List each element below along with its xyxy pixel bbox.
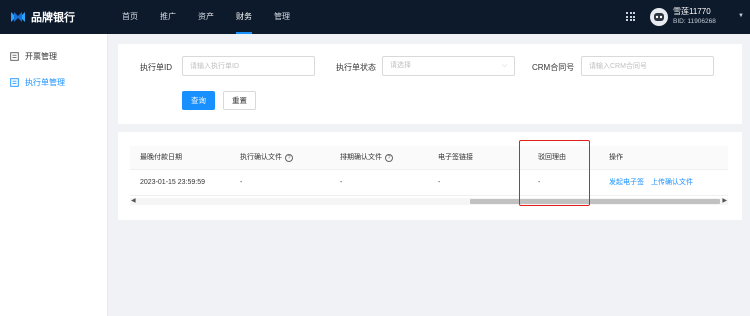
robot-avatar-icon — [654, 13, 664, 21]
upload-confirm-file-link[interactable]: 上传确认文件 — [651, 170, 693, 196]
exec-confirm-file-cell: - — [240, 179, 243, 186]
scroll-left-icon[interactable]: ◀ — [131, 197, 136, 204]
crm-contract-input[interactable] — [581, 56, 714, 76]
query-button[interactable]: 查询 — [182, 91, 215, 110]
column-header-exec-confirm-file: 执行确认文件 ? — [240, 146, 293, 170]
filter-panel: 执行单ID 执行单状态 请选择 ⌵ CRM合同号 查询 重置 — [118, 44, 742, 124]
sidebar-item-label: 执行单管理 — [25, 78, 65, 87]
top-navbar: 品牌银行 首页 推广 资产 财务 管理 雪莲11770 BID: 1190626… — [0, 0, 750, 34]
scroll-right-icon[interactable]: ▶ — [722, 197, 727, 204]
exec-id-label: 执行单ID — [140, 63, 172, 72]
reject-reason-cell: - — [538, 179, 541, 186]
esign-link-cell: - — [438, 179, 441, 186]
brand-logo-icon — [11, 12, 25, 22]
start-esign-link[interactable]: 发起电子签 — [609, 170, 644, 196]
column-header-schedule-confirm-file: 排期确认文件 ? — [340, 146, 393, 170]
exec-status-placeholder: 请选择 — [390, 62, 411, 69]
document-icon — [10, 78, 19, 87]
nav-item-promotion[interactable]: 推广 — [160, 0, 176, 34]
apps-grid-icon[interactable] — [626, 12, 635, 21]
table-header: 最晚付款日期 执行确认文件 ? 排期确认文件 ? 电子签链接 驳回理由 操作 — [130, 146, 728, 170]
invoice-icon — [10, 52, 19, 61]
help-icon[interactable]: ? — [285, 154, 293, 162]
exec-status-select[interactable]: 请选择 ⌵ — [382, 56, 515, 76]
sidebar-item-exec-order[interactable]: 执行单管理 — [10, 77, 65, 88]
column-header-esign-link: 电子签链接 — [438, 154, 473, 161]
sidebar: 开票管理 执行单管理 — [0, 34, 108, 316]
nav-item-finance[interactable]: 财务 — [236, 0, 252, 34]
brand-name: 品牌银行 — [31, 12, 75, 24]
column-header-reject-reason: 驳回理由 — [538, 154, 566, 161]
exec-id-input[interactable] — [182, 56, 315, 76]
table-row: 2023-01-15 23:59:59 - - - - 发起电子签 上传确认文件 — [130, 170, 728, 196]
brand[interactable]: 品牌银行 — [10, 9, 75, 25]
nav-item-home[interactable]: 首页 — [122, 0, 138, 34]
last-pay-date-cell: 2023-01-15 23:59:59 — [140, 179, 205, 186]
sidebar-item-invoice[interactable]: 开票管理 — [10, 51, 57, 62]
help-icon[interactable]: ? — [385, 154, 393, 162]
table-panel: 最晚付款日期 执行确认文件 ? 排期确认文件 ? 电子签链接 驳回理由 操作 2… — [118, 132, 742, 220]
scrollbar-thumb[interactable] — [470, 199, 720, 204]
user-name[interactable]: 雪莲11770 — [673, 6, 711, 17]
user-bid: BID: 11906268 — [673, 18, 716, 25]
crm-contract-label: CRM合同号 — [532, 63, 575, 72]
horizontal-scrollbar[interactable]: ◀ ▶ — [130, 198, 728, 205]
nav-item-management[interactable]: 管理 — [274, 0, 290, 34]
column-header-last-pay-date: 最晚付款日期 — [140, 154, 182, 161]
main-nav: 首页 推广 资产 财务 管理 — [122, 0, 312, 34]
column-header-actions: 操作 — [609, 154, 623, 161]
user-menu-caret-icon[interactable]: ▼ — [738, 13, 744, 19]
chevron-down-icon: ⌵ — [501, 62, 507, 69]
schedule-confirm-file-cell: - — [340, 179, 343, 186]
sidebar-item-label: 开票管理 — [25, 52, 57, 61]
reset-button[interactable]: 重置 — [223, 91, 256, 110]
nav-item-assets[interactable]: 资产 — [198, 0, 214, 34]
exec-status-label: 执行单状态 — [336, 63, 376, 72]
avatar[interactable] — [650, 8, 668, 26]
